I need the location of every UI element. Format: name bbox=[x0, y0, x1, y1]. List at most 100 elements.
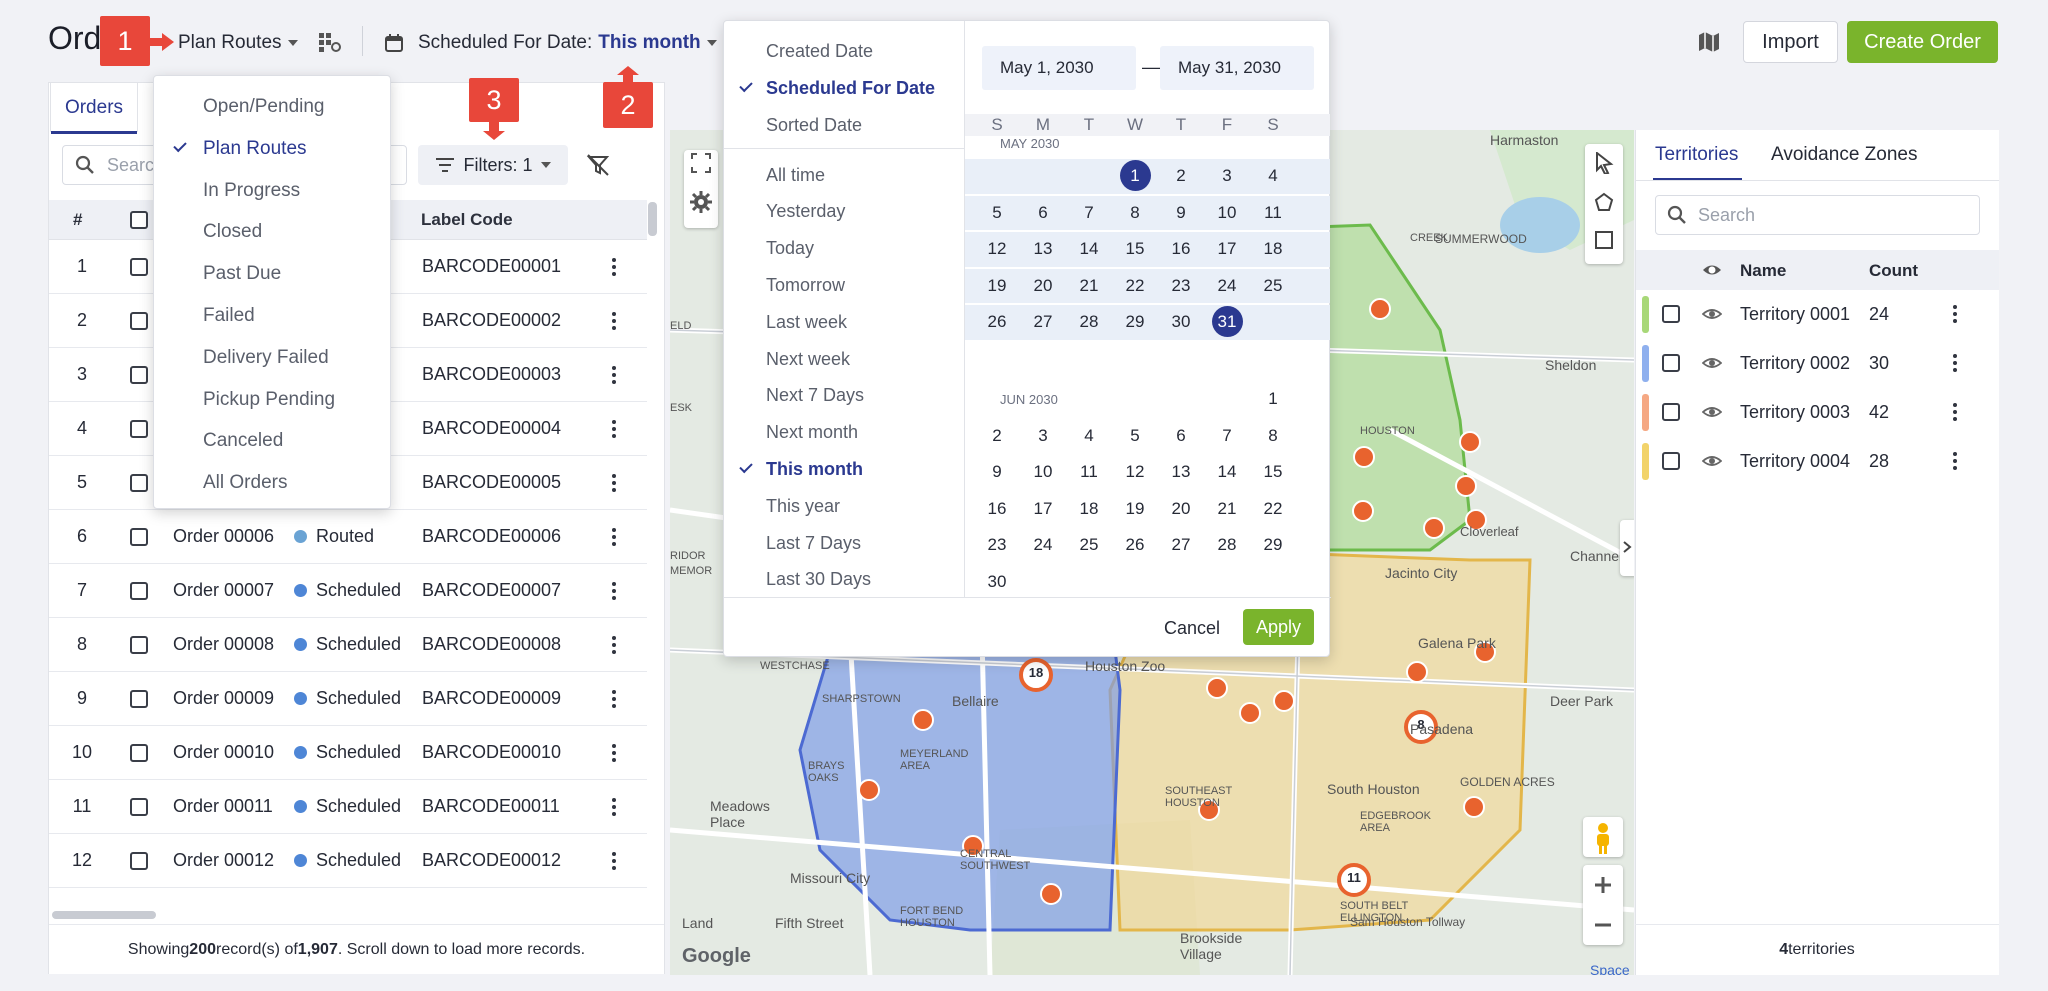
zoom-out-icon[interactable] bbox=[1593, 915, 1613, 935]
date-type-item[interactable]: Created Date bbox=[724, 33, 964, 69]
territory-row[interactable]: Territory 0003 42 bbox=[1636, 388, 1999, 437]
order-name[interactable]: Order 00011 bbox=[173, 780, 273, 833]
territory-row[interactable]: Territory 0001 24 bbox=[1636, 290, 1999, 339]
calendar-day[interactable]: 28 bbox=[1204, 528, 1250, 563]
eye-icon[interactable] bbox=[1702, 402, 1722, 422]
status-menu-item[interactable]: Delivery Failed bbox=[154, 337, 390, 379]
more-options-icon[interactable] bbox=[604, 834, 624, 887]
row-checkbox[interactable] bbox=[130, 743, 148, 762]
calendar-day[interactable]: 29 bbox=[1250, 528, 1296, 563]
calendar-day[interactable]: 22 bbox=[1250, 492, 1296, 527]
calendar-day[interactable]: 13 bbox=[1020, 232, 1066, 267]
calendar-day[interactable]: 5 bbox=[1112, 419, 1158, 454]
col-name[interactable]: Name bbox=[1740, 261, 1786, 281]
calendar-day[interactable]: 7 bbox=[1066, 196, 1112, 231]
more-options-icon[interactable] bbox=[1953, 361, 1957, 365]
calendar-day[interactable]: 21 bbox=[1204, 492, 1250, 527]
more-options-icon[interactable] bbox=[604, 456, 624, 509]
calendar-day[interactable]: 25 bbox=[1066, 528, 1112, 563]
calendar-day[interactable]: 12 bbox=[974, 232, 1020, 267]
row-checkbox[interactable] bbox=[130, 473, 148, 492]
calendar-day[interactable]: 18 bbox=[1250, 232, 1296, 267]
create-order-button[interactable]: Create Order bbox=[1847, 21, 1998, 63]
calendar-day[interactable]: 15 bbox=[1250, 455, 1296, 490]
zoom-in-icon[interactable] bbox=[1593, 875, 1613, 895]
clear-filters-icon[interactable] bbox=[586, 153, 610, 177]
territory-checkbox[interactable] bbox=[1662, 305, 1680, 323]
end-date-input[interactable]: May 31, 2030 bbox=[1160, 46, 1314, 90]
more-options-icon[interactable] bbox=[1953, 312, 1957, 316]
col-label-code[interactable]: Label Code bbox=[421, 200, 513, 239]
date-range-item[interactable]: Last 7 Days bbox=[724, 525, 964, 561]
more-options-icon[interactable] bbox=[604, 348, 624, 401]
calendar-day[interactable]: 21 bbox=[1066, 269, 1112, 304]
calendar-day[interactable]: 27 bbox=[1020, 305, 1066, 340]
table-row[interactable]: 10 Order 00010 Scheduled BARCODE00010 bbox=[49, 726, 647, 780]
horizontal-scrollbar[interactable] bbox=[52, 911, 156, 919]
order-name[interactable]: Order 00010 bbox=[173, 726, 274, 779]
calendar-day[interactable]: 19 bbox=[1112, 492, 1158, 527]
date-range-item[interactable]: Last 30 Days bbox=[724, 562, 964, 597]
more-options-icon[interactable] bbox=[1953, 459, 1957, 463]
gear-icon[interactable] bbox=[690, 191, 712, 213]
status-menu-item[interactable]: Closed bbox=[154, 211, 390, 253]
calendar-day[interactable]: 27 bbox=[1158, 528, 1204, 563]
status-menu-item[interactable]: All Orders bbox=[154, 462, 390, 504]
rectangle-icon[interactable] bbox=[1594, 230, 1614, 250]
start-date-input[interactable]: May 1, 2030 bbox=[982, 46, 1136, 90]
row-checkbox[interactable] bbox=[130, 635, 148, 654]
more-options-icon[interactable] bbox=[1953, 410, 1957, 414]
date-type-item[interactable]: Scheduled For Date bbox=[724, 70, 964, 106]
calendar-day[interactable]: 24 bbox=[1020, 528, 1066, 563]
order-name[interactable]: Order 00009 bbox=[173, 672, 274, 725]
table-row[interactable]: 9 Order 00009 Scheduled BARCODE00009 bbox=[49, 672, 647, 726]
plan-routes-dropdown[interactable]: Plan Routes bbox=[178, 32, 298, 54]
calendar-day[interactable]: 3 bbox=[1204, 159, 1250, 194]
calendar-day[interactable]: 16 bbox=[1158, 232, 1204, 267]
calendar-day[interactable]: 25 bbox=[1250, 269, 1296, 304]
calendar-day[interactable]: 1 bbox=[1250, 382, 1296, 417]
more-options-icon[interactable] bbox=[604, 672, 624, 725]
calendar-day[interactable]: 28 bbox=[1066, 305, 1112, 340]
apply-button[interactable]: Apply bbox=[1243, 609, 1314, 645]
calendar-day[interactable]: 6 bbox=[1158, 419, 1204, 454]
calendar-day[interactable]: 30 bbox=[974, 565, 1020, 600]
territory-checkbox[interactable] bbox=[1662, 452, 1680, 470]
order-name[interactable]: Order 00007 bbox=[173, 564, 274, 617]
calendar-day[interactable]: 11 bbox=[1066, 455, 1112, 490]
row-checkbox[interactable] bbox=[130, 311, 148, 330]
select-all-checkbox[interactable] bbox=[130, 210, 148, 229]
row-checkbox[interactable] bbox=[130, 257, 148, 276]
status-menu-item[interactable]: Past Due bbox=[154, 253, 390, 295]
calendar-day[interactable]: 31 bbox=[1204, 305, 1250, 340]
view-settings-icon[interactable] bbox=[318, 32, 342, 54]
table-row[interactable]: 8 Order 00008 Scheduled BARCODE00008 bbox=[49, 618, 647, 672]
calendar-day[interactable]: 13 bbox=[1158, 455, 1204, 490]
date-range-item[interactable]: All time bbox=[724, 157, 964, 193]
eye-icon[interactable] bbox=[1702, 260, 1722, 280]
cluster-marker[interactable]: 11 bbox=[1343, 870, 1365, 885]
date-range-item[interactable]: This year bbox=[724, 488, 964, 524]
date-range-item[interactable]: Yesterday bbox=[724, 194, 964, 230]
calendar-day[interactable]: 6 bbox=[1020, 196, 1066, 231]
row-checkbox[interactable] bbox=[130, 365, 148, 384]
status-menu-item[interactable]: Canceled bbox=[154, 420, 390, 462]
status-menu-item[interactable]: Pickup Pending bbox=[154, 379, 390, 421]
more-options-icon[interactable] bbox=[604, 510, 624, 563]
calendar-day[interactable]: 7 bbox=[1204, 419, 1250, 454]
more-options-icon[interactable] bbox=[604, 294, 624, 347]
filters-button[interactable]: Filters: 1 bbox=[418, 145, 568, 185]
date-range-item[interactable]: Last week bbox=[724, 304, 964, 340]
status-menu-item[interactable]: Open/Pending bbox=[154, 86, 390, 128]
calendar-day[interactable]: 8 bbox=[1112, 196, 1158, 231]
order-name[interactable]: Order 00008 bbox=[173, 618, 274, 671]
date-range-item[interactable]: Next week bbox=[724, 341, 964, 377]
territory-checkbox[interactable] bbox=[1662, 403, 1680, 421]
calendar-day[interactable]: 9 bbox=[1158, 196, 1204, 231]
calendar-day[interactable]: 17 bbox=[1020, 492, 1066, 527]
calendar-day[interactable]: 3 bbox=[1020, 419, 1066, 454]
more-options-icon[interactable] bbox=[604, 240, 624, 293]
pointer-icon[interactable] bbox=[1594, 152, 1614, 174]
calendar-day[interactable]: 22 bbox=[1112, 269, 1158, 304]
calendar-day[interactable]: 30 bbox=[1158, 305, 1204, 340]
